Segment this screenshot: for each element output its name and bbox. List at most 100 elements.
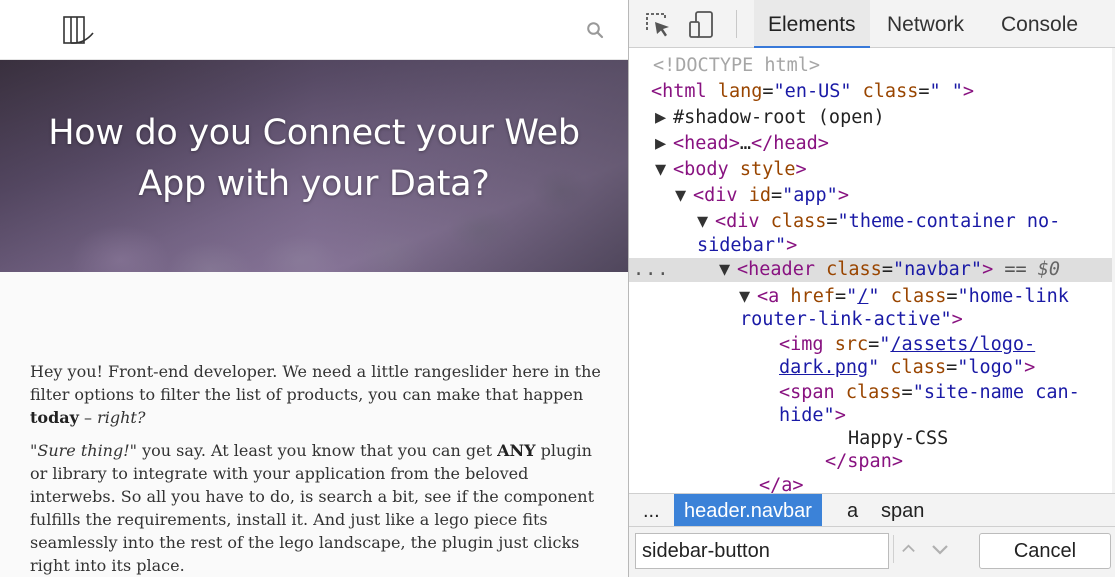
attr-name: class	[890, 357, 947, 378]
collapse-arrow-icon[interactable]: ▼	[675, 184, 686, 208]
attr-value: "app"	[782, 185, 838, 206]
dom-line-span[interactable]: <span class="site-name can-	[629, 381, 1115, 405]
article-body: Hey you! Front-end developer. We need a …	[30, 360, 605, 577]
tag-text: <body	[673, 159, 729, 180]
attr-name: class	[890, 286, 947, 307]
hero-banner: How do you Connect your Web App with you…	[0, 60, 628, 272]
search-input-value[interactable]: sidebar-button	[642, 534, 770, 568]
src-link[interactable]: /assets/logo-	[890, 334, 1035, 355]
hero-title: How do you Connect your Web App with you…	[20, 108, 608, 210]
attr-value: router-link-active"	[740, 309, 952, 330]
hero-title-line: How do you Connect your Web	[48, 113, 580, 153]
paragraph-text: you say. At least you know that you can …	[137, 441, 498, 460]
tab-elements[interactable]: Elements	[754, 0, 870, 48]
inspect-element-icon[interactable]	[643, 10, 673, 40]
collapse-arrow-icon[interactable]: ▼	[655, 158, 666, 182]
gutter-ellipsis[interactable]: ...	[633, 258, 669, 282]
paragraph-text: Hey you! Front-end developer. We need a …	[30, 362, 601, 404]
search-input[interactable]: sidebar-button	[635, 533, 889, 569]
dom-line-doctype[interactable]: <!DOCTYPE html>	[629, 54, 1115, 78]
search-icon[interactable]	[586, 21, 604, 39]
attr-name: class	[770, 211, 827, 232]
tag-text: </a>	[759, 475, 804, 493]
tag-text: </span>	[825, 451, 903, 472]
tag-text: >	[834, 405, 846, 426]
dom-line-text-node[interactable]: Happy-CSS	[629, 427, 1115, 451]
breadcrumb-a[interactable]: a	[837, 494, 868, 526]
devtools-panel: Elements Network Console <!DOCTYPE html>…	[628, 0, 1115, 577]
tag-text: >	[795, 159, 807, 180]
attr-value: "navbar"	[892, 259, 983, 280]
paragraph-text: –	[78, 408, 98, 427]
dom-line-img-cont[interactable]: dark.png" class="logo">	[629, 356, 1115, 380]
attr-value: "en-US"	[773, 81, 852, 102]
cancel-button[interactable]: Cancel	[979, 533, 1111, 569]
dom-line-img[interactable]: <img src="/assets/logo-	[629, 333, 1115, 357]
tag-text: <head>	[673, 133, 740, 154]
dom-line-a-cont[interactable]: router-link-active">	[629, 308, 1115, 332]
tag-text: >	[837, 185, 849, 206]
collapsed-ellipsis[interactable]: …	[740, 133, 751, 154]
dom-line-shadow-root[interactable]: ▶ #shadow-root (open)	[629, 106, 1115, 130]
tag-text: <header	[737, 259, 815, 280]
attr-name: style	[739, 159, 796, 180]
dom-line-a[interactable]: ▼ <a href="/" class="home-link	[629, 285, 1115, 309]
attr-value: " "	[929, 81, 963, 102]
href-link[interactable]: /	[857, 286, 868, 307]
dom-line-head[interactable]: ▶ <head>…</head>	[629, 132, 1115, 156]
attr-name: lang	[717, 81, 763, 102]
tag-text: <img	[779, 334, 824, 355]
tag-text: <div	[693, 185, 738, 206]
devtools-toolbar: Elements Network Console	[629, 0, 1115, 48]
tag-text: <span	[779, 382, 835, 403]
tag-text: >	[951, 309, 963, 330]
italic-text: right?	[97, 408, 146, 427]
dom-line-header-selected[interactable]: ... ▼ <header class="navbar"> == $0	[629, 258, 1115, 282]
tag-text: >	[1024, 357, 1036, 378]
dom-line-div-app[interactable]: ▼ <div id="app">	[629, 184, 1115, 208]
attr-value: hide"	[779, 405, 835, 426]
tag-text: >	[786, 235, 798, 256]
expand-arrow-icon[interactable]: ▶	[655, 106, 666, 130]
attr-name: class	[862, 81, 919, 102]
hero-title-line: App with your Data?	[138, 164, 490, 204]
shadow-root-text: #shadow-root (open)	[673, 107, 885, 128]
selected-var: $0	[1037, 259, 1061, 280]
attr-value: "theme-container no-	[837, 211, 1061, 232]
dom-line-span-cont[interactable]: hide">	[629, 404, 1115, 428]
src-link[interactable]: dark.png	[779, 357, 868, 378]
logo-icon[interactable]	[62, 14, 96, 48]
breadcrumb-span[interactable]: span	[871, 494, 934, 526]
dom-line-html[interactable]: <html lang="en-US" class=" ">	[629, 80, 1115, 104]
article-paragraph: Hey you! Front-end developer. We need a …	[30, 360, 605, 429]
attr-value: "site-name can-	[912, 382, 1080, 403]
breadcrumb-header[interactable]: header.navbar	[674, 494, 822, 526]
tag-text: <html	[651, 81, 707, 102]
emphasis-text: today	[30, 408, 79, 427]
dom-line-body[interactable]: ▼ <body style>	[629, 158, 1115, 182]
dom-line-div-theme-cont[interactable]: sidebar">	[629, 234, 1115, 258]
chevron-down-icon[interactable]	[927, 535, 953, 563]
paragraph-text: plugin or library to integrate with your…	[30, 441, 595, 575]
device-toolbar-icon[interactable]	[687, 10, 717, 40]
expand-arrow-icon[interactable]: ▶	[655, 132, 666, 156]
collapse-arrow-icon[interactable]: ▼	[697, 210, 708, 234]
site-header	[0, 0, 628, 60]
dom-line-span-end[interactable]: </span>	[629, 450, 1115, 474]
tab-console[interactable]: Console	[987, 0, 1092, 48]
tab-network[interactable]: Network	[873, 0, 978, 48]
attr-name: class	[826, 259, 882, 280]
article-paragraph: "Sure thing!" you say. At least you know…	[30, 439, 605, 577]
collapse-arrow-icon[interactable]: ▼	[739, 285, 750, 309]
eq-sign: ==	[1004, 259, 1027, 280]
attr-name: href	[790, 286, 835, 307]
attr-name: class	[845, 382, 902, 403]
chevron-up-icon[interactable]	[893, 535, 919, 563]
tag-text: <div	[715, 211, 760, 232]
dom-line-div-theme[interactable]: ▼ <div class="theme-container no-	[629, 210, 1115, 234]
toolbar-divider	[736, 10, 737, 38]
dom-line-a-end[interactable]: </a>	[629, 474, 1115, 493]
breadcrumb-more[interactable]: ...	[633, 494, 670, 526]
collapse-arrow-icon[interactable]: ▼	[719, 258, 730, 282]
breadcrumb: ... header.navbar a span	[629, 493, 1115, 527]
